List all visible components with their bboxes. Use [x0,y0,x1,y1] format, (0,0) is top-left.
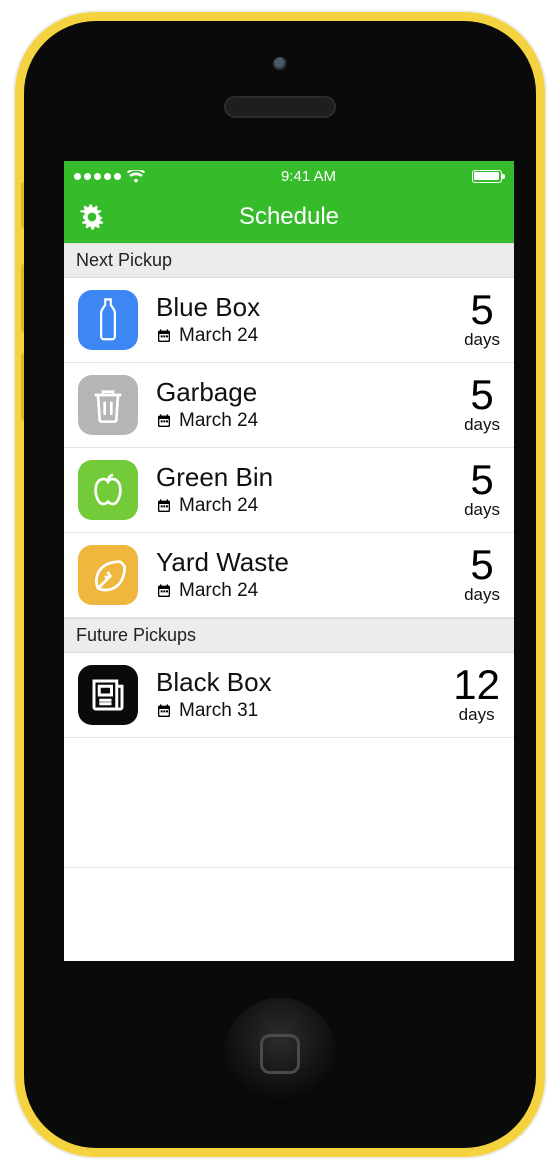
earpiece [224,96,336,118]
row-yard-waste[interactable]: Yard Waste March 24 5days [64,533,514,618]
row-unit: days [464,330,500,350]
row-unit: days [464,500,500,520]
row-unit: days [453,705,500,725]
row-countdown: 5days [454,545,500,605]
row-date: March 24 [156,580,454,602]
row-main: Green Bin March 24 [156,463,454,517]
row-date: March 24 [156,495,454,517]
calendar-icon [156,583,172,599]
status-bar: 9:41 AM [64,161,514,191]
nav-bar: Schedule [64,191,514,243]
home-button[interactable] [224,998,336,1110]
row-title: Black Box [156,668,443,697]
row-black-box[interactable]: Black Box March 31 12days [64,653,514,738]
calendar-icon [156,703,172,719]
trash-icon [78,375,138,435]
row-date: March 31 [156,700,443,722]
row-countdown: 5days [454,460,500,520]
signal-dots-icon [74,173,121,180]
row-count: 12 [453,665,500,705]
battery-icon [472,170,502,183]
settings-button[interactable] [76,201,108,233]
row-date-text: March 24 [179,495,258,517]
row-unit: days [464,415,500,435]
row-garbage[interactable]: Garbage March 24 5days [64,363,514,448]
camera [273,57,287,71]
row-count: 5 [464,290,500,330]
row-title: Green Bin [156,463,454,492]
gear-icon [79,204,105,230]
row-date: March 24 [156,410,454,432]
row-count: 5 [464,460,500,500]
home-square-icon [260,1034,300,1074]
row-main: Blue Box March 24 [156,293,454,347]
apple-icon [78,460,138,520]
row-date-text: March 24 [179,580,258,602]
row-main: Yard Waste March 24 [156,548,454,602]
row-blue-box[interactable]: Blue Box March 24 5days [64,278,514,363]
schedule-list[interactable]: Next PickupBlue BoxMarch 245daysGarbageM… [64,243,514,868]
row-countdown: 5days [454,290,500,350]
row-main: Black Box March 31 [156,668,443,722]
row-title: Yard Waste [156,548,454,577]
row-unit: days [464,585,500,605]
calendar-icon [156,498,172,514]
row-green-bin[interactable]: Green Bin March 24 5days [64,448,514,533]
row-count: 5 [464,545,500,585]
row-date-text: March 31 [179,700,258,722]
bottle-icon [78,290,138,350]
screen: 9:41 AM Schedule Next Pickup Blue Box Marc… [64,161,514,961]
page-title: Schedule [239,203,339,231]
wifi-icon [127,170,145,183]
phone-bezel: 9:41 AM Schedule Next Pickup Blue Box Marc… [24,21,536,1148]
leaf-icon [78,545,138,605]
row-date-text: March 24 [179,325,258,347]
row-title: Garbage [156,378,454,407]
phone-frame: 9:41 AM Schedule Next Pickup Blue Box Marc… [15,12,545,1157]
row-date: March 24 [156,325,454,347]
row-main: Garbage March 24 [156,378,454,432]
status-time: 9:41 AM [281,168,336,185]
news-icon [78,665,138,725]
row-countdown: 5days [454,375,500,435]
row-countdown: 12days [443,665,500,725]
section-header: Next Pickup [64,243,514,278]
row-count: 5 [464,375,500,415]
row-title: Blue Box [156,293,454,322]
empty-space [64,738,514,868]
section-header: Future Pickups [64,618,514,653]
calendar-icon [156,328,172,344]
row-date-text: March 24 [179,410,258,432]
calendar-icon [156,413,172,429]
